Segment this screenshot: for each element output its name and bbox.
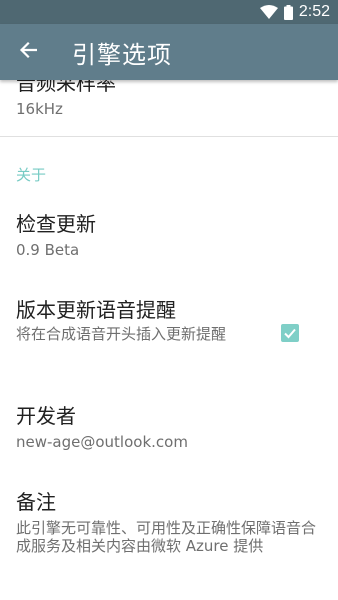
pref-title: 备注 xyxy=(16,490,56,514)
back-button[interactable] xyxy=(0,24,56,80)
pref-title: 开发者 xyxy=(16,404,76,428)
preferences-list[interactable]: 音频采样率 16kHz 关于 检查更新 0.9 Beta 版本更新语音提醒 将在… xyxy=(0,80,338,600)
status-bar: 2:52 xyxy=(0,0,338,24)
pref-summary: 16kHz xyxy=(16,100,63,118)
divider xyxy=(0,136,338,137)
checkbox-checked-icon[interactable] xyxy=(281,324,299,342)
pref-summary: 0.9 Beta xyxy=(16,241,80,259)
pref-sample-rate[interactable]: 音频采样率 16kHz xyxy=(16,80,322,118)
pref-title: 版本更新语音提醒 xyxy=(16,298,176,322)
pref-title: 检查更新 xyxy=(16,212,96,236)
pref-summary: 将在合成语音开头插入更新提醒 xyxy=(16,325,227,343)
status-time: 2:52 xyxy=(298,3,330,20)
pref-summary: new-age@outlook.com xyxy=(16,433,188,451)
pref-update-voice-reminder[interactable]: 版本更新语音提醒 将在合成语音开头插入更新提醒 xyxy=(16,297,262,343)
page-title: 引擎选项 xyxy=(72,40,172,69)
wifi-icon xyxy=(259,5,278,19)
category-about: 关于 xyxy=(16,166,47,184)
pref-notes[interactable]: 备注 此引擎无可靠性、可用性及正确性保障语音合成服务及相关内容由微软 Azure… xyxy=(16,489,322,555)
pref-title: 音频采样率 xyxy=(16,80,116,95)
battery-icon xyxy=(283,4,293,20)
app-bar: 引擎选项 xyxy=(0,24,338,80)
pref-check-update[interactable]: 检查更新 0.9 Beta xyxy=(16,211,322,259)
pref-developer[interactable]: 开发者 new-age@outlook.com xyxy=(16,403,322,451)
pref-summary: 此引擎无可靠性、可用性及正确性保障语音合成服务及相关内容由微软 Azure 提供 xyxy=(16,519,317,555)
back-arrow-icon xyxy=(19,41,38,63)
